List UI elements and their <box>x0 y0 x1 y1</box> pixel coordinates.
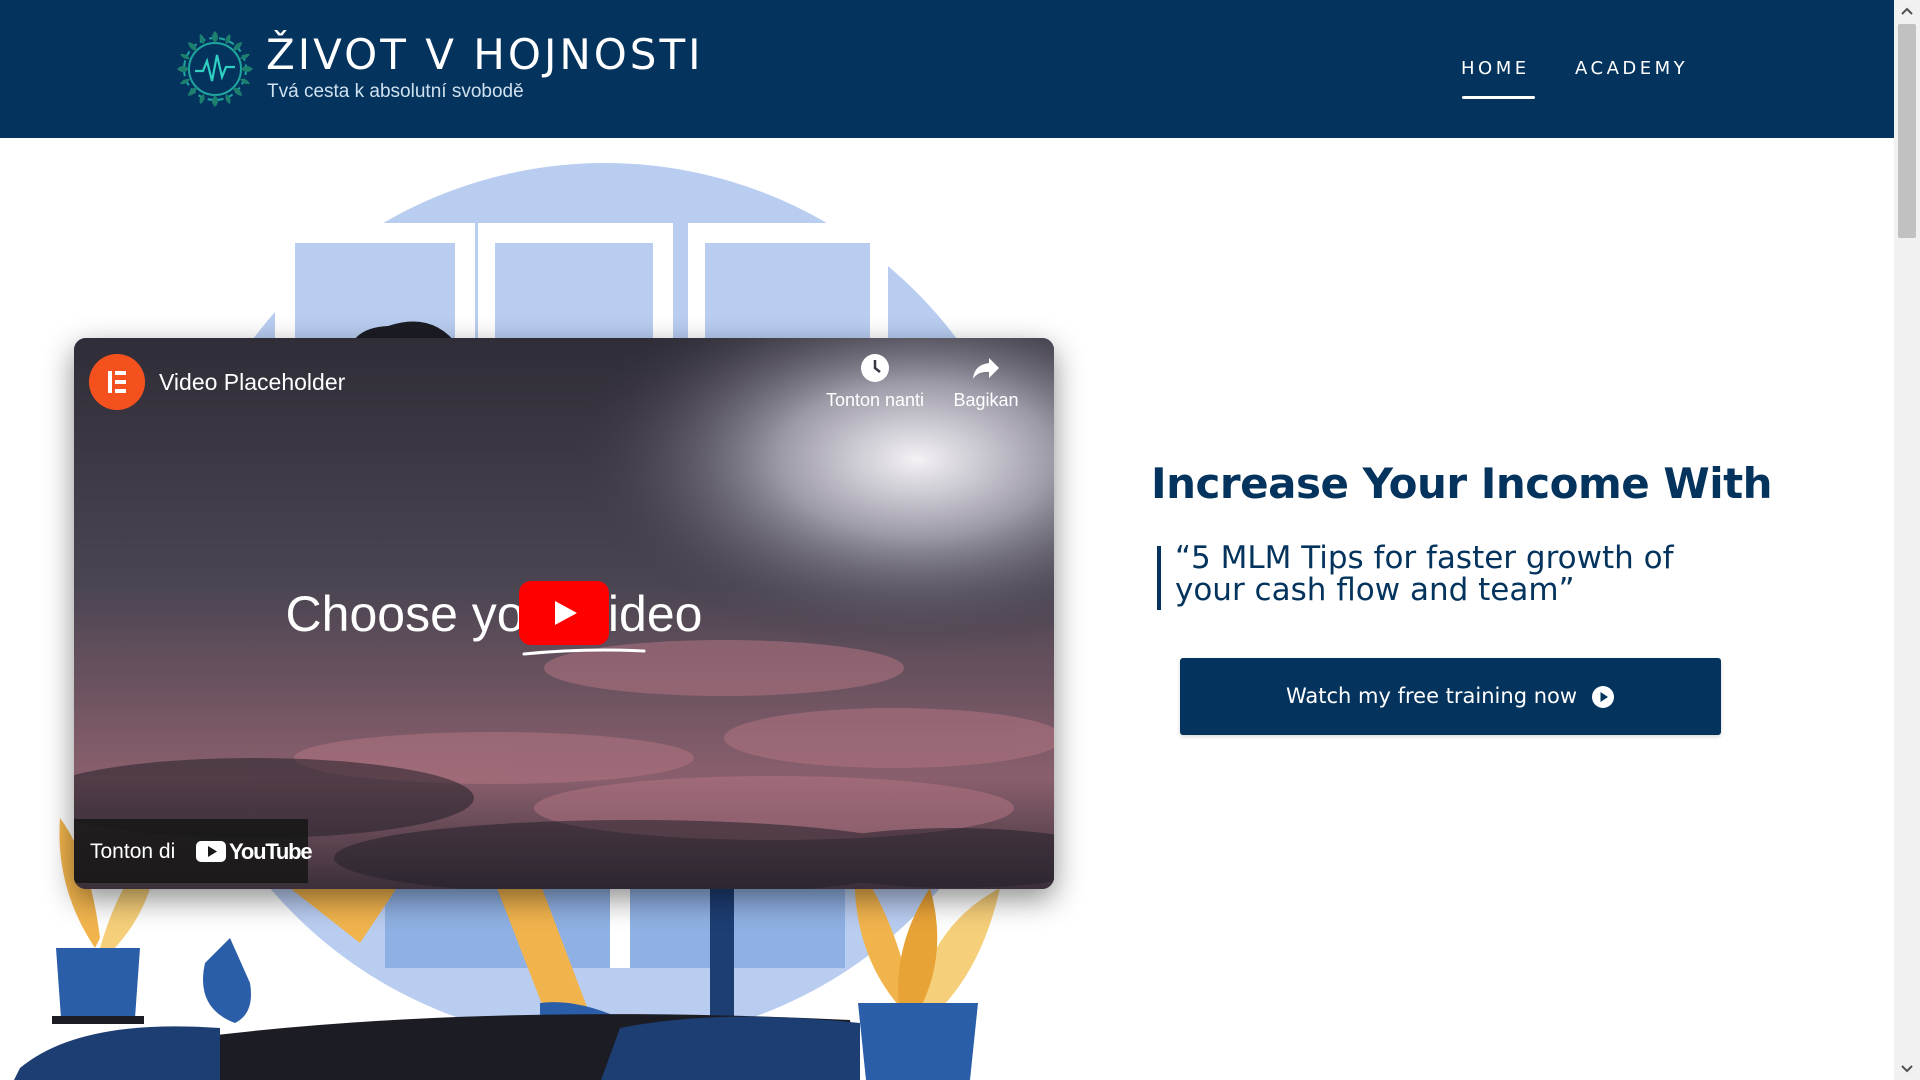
youtube-wordmark: YouTube <box>229 839 313 864</box>
video-embed[interactable]: Video Placeholder Tonton nanti Bagikan C… <box>74 338 1054 889</box>
share-label: Bagikan <box>953 390 1019 410</box>
site-header: ŽIVOT V HOJNOSTI Tvá cesta k absolutní s… <box>0 0 1894 138</box>
share-icon <box>973 358 999 379</box>
site-tagline: Tvá cesta k absolutní svobodě <box>267 81 524 102</box>
nav-active-indicator <box>1462 96 1535 99</box>
youtube-play-icon[interactable] <box>519 581 609 645</box>
video-title[interactable]: Video Placeholder <box>159 367 345 397</box>
watch-training-label: Watch my free training now <box>1285 684 1578 708</box>
scroll-thumb[interactable] <box>1898 24 1916 238</box>
site-title[interactable]: ŽIVOT V HOJNOSTI <box>266 30 704 80</box>
watch-on-label: Tonton di <box>90 840 176 863</box>
scroll-down-icon[interactable] <box>1894 1056 1920 1080</box>
video-underline-stroke <box>522 648 646 656</box>
clock-icon <box>861 354 889 382</box>
logo-emblem-icon[interactable] <box>175 29 255 109</box>
elementor-logo-icon[interactable] <box>89 354 145 410</box>
hero-quote: “5 MLM Tips for faster growth of your ca… <box>1175 540 1674 608</box>
nav-home-link[interactable]: HOME <box>1461 56 1530 82</box>
play-circle-icon <box>1592 685 1615 708</box>
watch-on-youtube-button[interactable]: Tonton di YouTube <box>74 819 313 883</box>
watch-later-label: Tonton nanti <box>825 390 925 410</box>
watch-later-button[interactable]: Tonton nanti <box>821 352 929 411</box>
video-center-text: Choose your video <box>285 586 703 642</box>
share-button[interactable]: Bagikan <box>946 352 1026 411</box>
watch-training-button[interactable]: Watch my free training now <box>1180 658 1721 735</box>
youtube-logo-icon <box>196 841 226 862</box>
quote-accent-bar <box>1157 546 1161 610</box>
scroll-up-icon[interactable] <box>1894 0 1920 24</box>
hero-headline: Increase Your Income With <box>1151 459 1773 508</box>
page-scrollbar[interactable] <box>1894 0 1920 1080</box>
nav-academy-link[interactable]: ACADEMY <box>1575 56 1688 82</box>
